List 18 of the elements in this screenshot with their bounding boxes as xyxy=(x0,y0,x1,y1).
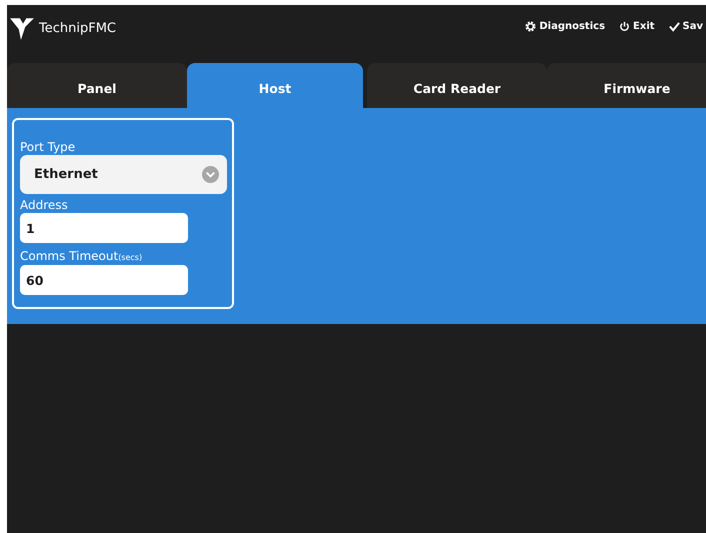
tab[interactable]: Firmware xyxy=(547,63,706,108)
input-field[interactable]: 1 xyxy=(20,213,188,243)
input-field[interactable]: 60 xyxy=(20,265,188,295)
chevron-down-icon xyxy=(202,166,219,183)
tab[interactable]: Card Reader xyxy=(367,63,547,108)
header-button[interactable]: Diagnostics xyxy=(522,19,608,34)
field-label: Comms Timeout(secs) xyxy=(20,249,144,265)
port-type-dropdown[interactable]: Ethernet xyxy=(20,155,227,194)
header-button[interactable]: Exit xyxy=(616,19,658,34)
check-icon xyxy=(668,21,680,32)
gear-icon xyxy=(525,21,536,32)
header-button[interactable]: Sav xyxy=(666,19,706,34)
tab[interactable]: Panel xyxy=(7,63,187,108)
brand-name: TechnipFMC xyxy=(39,20,116,36)
tab[interactable]: Host xyxy=(187,63,363,108)
field-label: Address xyxy=(20,198,69,213)
power-icon xyxy=(619,21,630,32)
field-label: Port Type xyxy=(20,140,76,155)
